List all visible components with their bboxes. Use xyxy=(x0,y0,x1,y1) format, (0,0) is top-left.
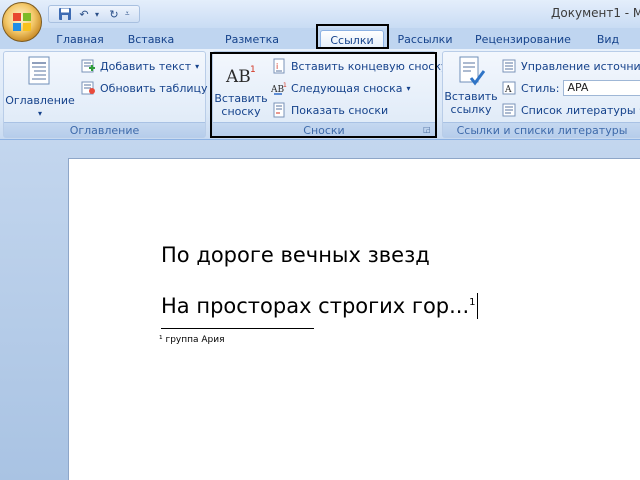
footnote-reference[interactable]: 1 xyxy=(469,297,475,308)
bibliography-label: Список литературы xyxy=(521,103,636,117)
add-text-label: Добавить текст xyxy=(100,59,192,73)
add-text-dropdown-icon: ▾ xyxy=(195,61,200,71)
footnotes-highlight-box xyxy=(210,52,437,138)
update-table-button[interactable]: Обновить таблицу xyxy=(80,79,208,97)
save-icon[interactable] xyxy=(57,6,73,22)
style-select[interactable]: APA xyxy=(563,80,640,96)
svg-text:A: A xyxy=(504,85,512,95)
tab-highlight-box xyxy=(316,24,389,49)
office-logo-icon xyxy=(13,13,31,31)
manage-sources-button[interactable]: Управление источника xyxy=(501,57,640,75)
text-cursor xyxy=(476,293,478,319)
add-text-button[interactable]: Добавить текст ▾ xyxy=(80,57,199,75)
bibliography-icon xyxy=(502,103,516,117)
customize-qat-icon[interactable]: ⩡ xyxy=(125,9,133,19)
toc-icon xyxy=(28,56,50,85)
document-area: По дороге вечных звезд На просторах стро… xyxy=(0,140,640,480)
group-table-of-contents: Оглавление ▾ Добавить текст ▾ Обновить т… xyxy=(3,51,208,138)
group-citations: Вставить ссылку Управление источника A С… xyxy=(442,51,640,138)
update-table-label: Обновить таблицу xyxy=(100,81,208,95)
manage-sources-icon xyxy=(502,59,516,73)
undo-icon[interactable]: ↶ xyxy=(76,6,92,22)
window-title: Документ1 - Mic xyxy=(551,6,640,20)
add-text-icon xyxy=(81,59,95,73)
insert-citation-label-2: ссылку xyxy=(450,103,492,116)
manage-sources-label: Управление источника xyxy=(521,59,640,73)
quick-access-toolbar: ↶ ▾ ↻ ⩡ xyxy=(48,5,140,23)
document-line-1: По дороге вечных звезд xyxy=(161,243,430,267)
tab-page-layout[interactable]: Разметка страницы xyxy=(196,30,308,65)
redo-icon[interactable]: ↻ xyxy=(106,6,122,22)
insert-citation-icon xyxy=(459,56,485,86)
office-button[interactable] xyxy=(2,2,42,42)
group-label-citations: Ссылки и списки литературы xyxy=(443,122,640,137)
insert-citation-button[interactable]: Вставить ссылку xyxy=(444,56,498,116)
tab-mailings[interactable]: Рассылки xyxy=(394,30,456,49)
toc-dropdown-icon: ▾ xyxy=(37,109,42,118)
group-label-toc: Оглавление xyxy=(4,122,205,137)
update-table-icon xyxy=(81,81,95,95)
style-label: Стиль: xyxy=(521,81,560,95)
toc-button[interactable]: Оглавление ▾ xyxy=(5,56,75,120)
toc-button-label: Оглавление xyxy=(5,94,75,107)
document-line-2-text: На просторах строгих гор... xyxy=(161,294,470,318)
style-icon: A xyxy=(502,81,516,95)
tab-home[interactable]: Главная xyxy=(54,30,106,49)
document-line-2: На просторах строгих гор...1 xyxy=(161,293,478,319)
tab-review[interactable]: Рецензирование xyxy=(470,30,576,49)
undo-dropdown-icon[interactable]: ▾ xyxy=(95,10,103,19)
footnote-text[interactable]: ¹ группа Ария xyxy=(159,335,225,345)
footnote-separator xyxy=(161,328,314,329)
bibliography-button[interactable]: Список литературы ▾ xyxy=(501,101,640,119)
insert-citation-label-1: Вставить xyxy=(444,90,498,103)
style-control: A Стиль: APA xyxy=(501,79,640,97)
tab-insert[interactable]: Вставка xyxy=(124,30,178,49)
tab-view[interactable]: Вид xyxy=(590,30,626,49)
document-page[interactable]: По дороге вечных звезд На просторах стро… xyxy=(68,158,640,480)
